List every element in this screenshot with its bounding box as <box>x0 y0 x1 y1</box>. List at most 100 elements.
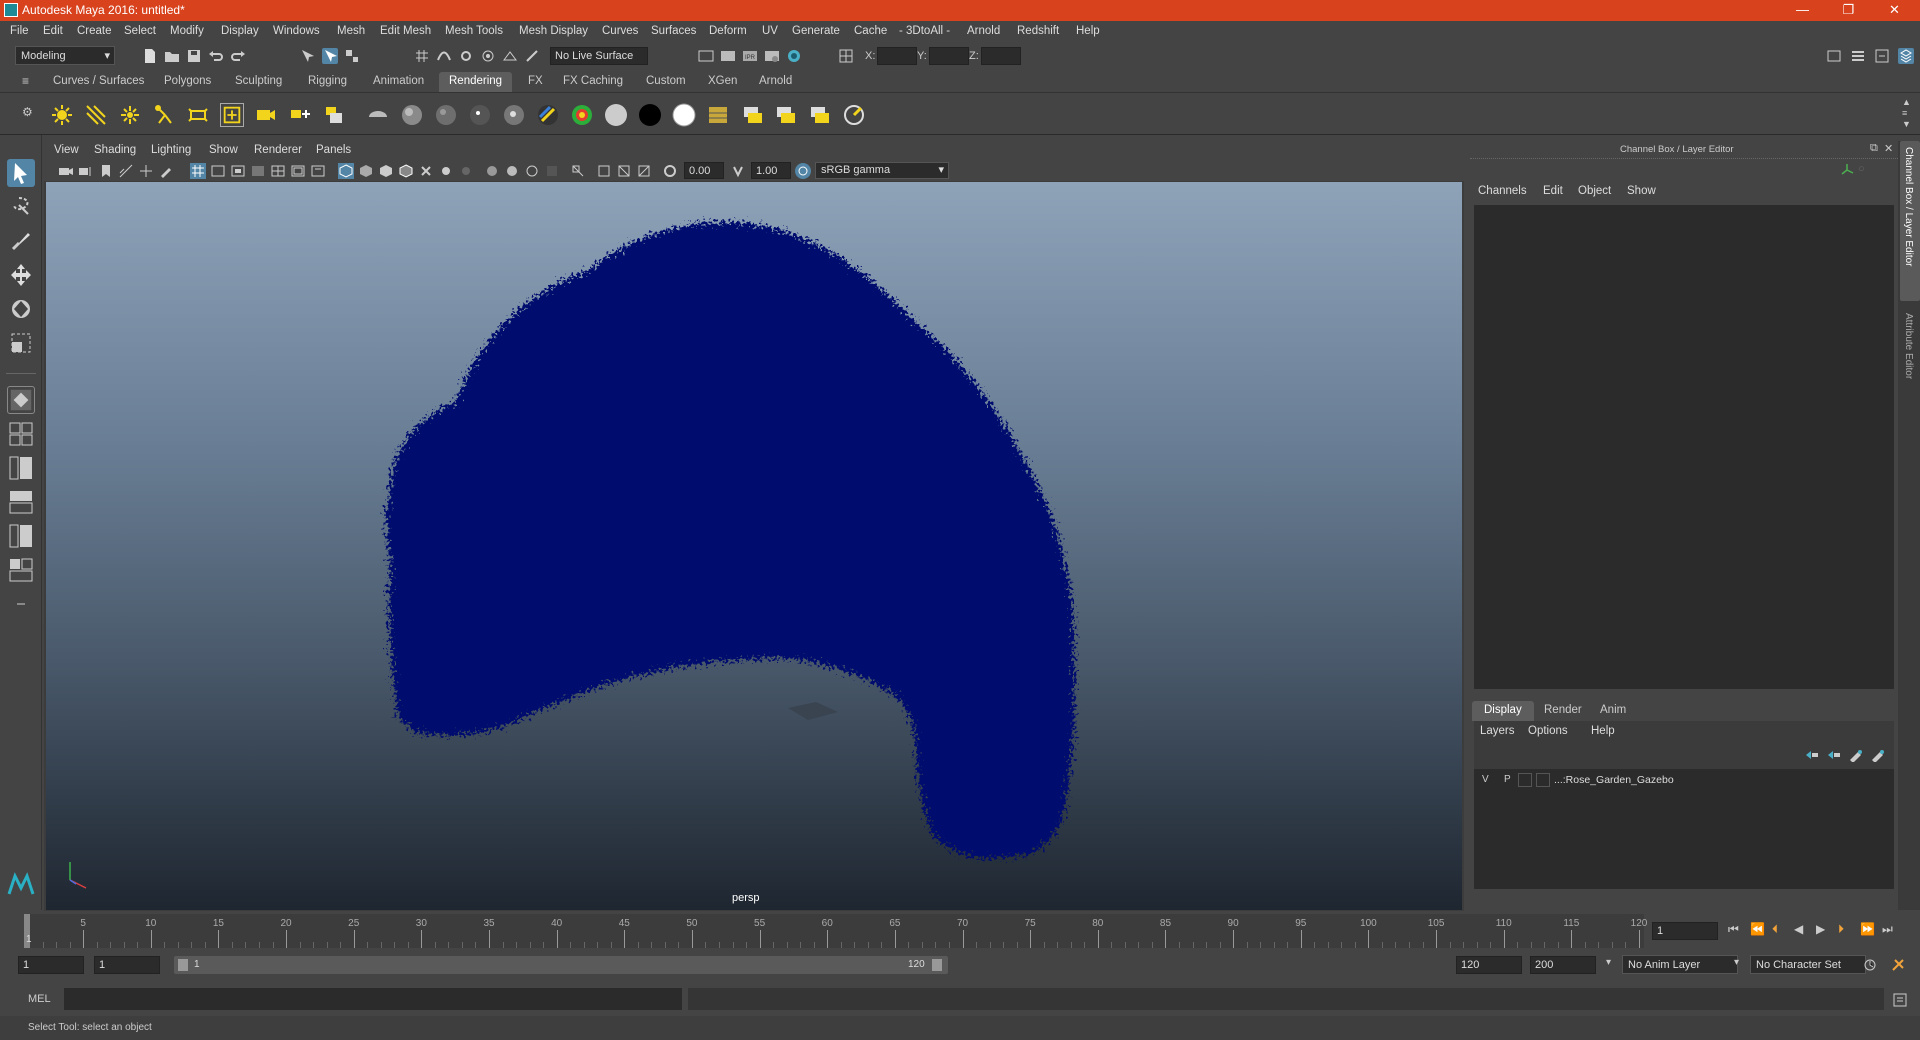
smooth-shade-icon[interactable] <box>358 163 374 179</box>
move-tool-icon[interactable] <box>7 261 35 289</box>
channels-menu[interactable]: Channels <box>1478 185 1527 197</box>
render-settings-icon[interactable] <box>764 48 780 64</box>
step-back-frame-icon[interactable]: ⏴ <box>1772 922 1778 937</box>
menu-generate[interactable]: Generate <box>792 25 840 37</box>
layer-color-swatch[interactable] <box>1536 773 1550 787</box>
two-d-pan-zoom-icon[interactable] <box>138 163 154 179</box>
persp-outliner-layout-icon[interactable] <box>7 454 35 482</box>
select-component-icon[interactable] <box>344 48 360 64</box>
shade-wireframe-icon[interactable] <box>398 163 414 179</box>
all-lights-icon[interactable] <box>438 163 454 179</box>
rose-garden-gazebo-mesh[interactable] <box>386 222 1075 859</box>
select-hierarchy-icon[interactable] <box>300 48 316 64</box>
chevron-down-icon[interactable]: ▾ <box>1606 957 1611 968</box>
layer-display-type-toggle[interactable] <box>1518 773 1532 787</box>
exposure-field[interactable]: 0.00 <box>684 162 724 179</box>
shadows-icon[interactable] <box>458 163 474 179</box>
close-button[interactable]: ✕ <box>1872 0 1917 21</box>
texture-icon[interactable] <box>636 163 652 179</box>
shelf-tab-arnold[interactable]: Arnold <box>749 72 802 92</box>
select-mode-icon[interactable] <box>838 48 854 64</box>
render-frame-icon[interactable] <box>720 48 736 64</box>
options-menu[interactable]: Options <box>1528 725 1568 737</box>
anti-aliasing-icon[interactable] <box>524 163 540 179</box>
snap-point-icon[interactable] <box>458 48 474 64</box>
new-scene-icon[interactable] <box>142 48 158 64</box>
shelf-tab-rendering[interactable]: Rendering <box>439 72 513 92</box>
use-background-icon[interactable] <box>638 103 662 127</box>
point-light-icon[interactable] <box>118 103 142 127</box>
range-slider-bar[interactable]: 1 120 <box>174 956 948 974</box>
menu-deform[interactable]: Deform <box>709 25 747 37</box>
screen-space-ao-icon[interactable] <box>484 163 500 179</box>
xray-icon[interactable] <box>418 163 434 179</box>
menu-mesh-tools[interactable]: Mesh Tools <box>445 25 503 37</box>
motion-blur-icon[interactable] <box>504 163 520 179</box>
default-material-icon[interactable] <box>378 163 394 179</box>
tool-settings-toggle-icon[interactable] <box>1874 48 1890 64</box>
shelf-tab-animation[interactable]: Animation <box>363 72 434 92</box>
snap-view-plane-icon[interactable] <box>502 48 518 64</box>
viewport-menu-renderer[interactable]: Renderer <box>254 144 302 156</box>
resolution-gate-icon[interactable] <box>230 163 246 179</box>
shelf-tab-fx[interactable]: FX <box>518 72 553 92</box>
animation-start-field[interactable]: 1 <box>18 956 84 974</box>
menu-edit[interactable]: Edit <box>43 25 63 37</box>
new-empty-layer-icon[interactable] <box>1848 748 1864 762</box>
ground-shadow-object[interactable] <box>788 702 838 720</box>
scale-tool-icon[interactable] <box>7 329 35 357</box>
viewport-menu-panels[interactable]: Panels <box>316 144 351 156</box>
render-layer-icon[interactable] <box>706 103 730 127</box>
layer-tab-render[interactable]: Render <box>1532 701 1594 721</box>
menu-mesh-display[interactable]: Mesh Display <box>519 25 588 37</box>
step-forward-frame-icon[interactable]: ⏵ <box>1838 922 1844 937</box>
viewport-menu-view[interactable]: View <box>54 144 79 156</box>
side-tab-attribute-editor[interactable]: Attribute Editor <box>1900 309 1920 409</box>
depth-of-field-icon[interactable] <box>544 163 560 179</box>
single-perspective-layout-icon[interactable] <box>7 386 35 414</box>
playback-end-field[interactable]: 120 <box>1456 956 1522 974</box>
layer-row[interactable]: V P ...:Rose_Garden_Gazebo <box>1474 771 1894 789</box>
rotate-tool-icon[interactable] <box>7 295 35 323</box>
step-back-key-icon[interactable]: ⏪ <box>1750 922 1765 936</box>
hypershade-shelf-icon[interactable] <box>842 103 866 127</box>
close-panel-icon[interactable]: ✕ <box>1884 142 1893 155</box>
shelf-tab-polygons[interactable]: Polygons <box>154 72 221 92</box>
snap-curve-icon[interactable] <box>436 48 452 64</box>
command-input[interactable] <box>64 988 682 1010</box>
menu-create[interactable]: Create <box>77 25 112 37</box>
shelf-tab-rigging[interactable]: Rigging <box>298 72 357 92</box>
maximize-button[interactable]: ❐ <box>1826 0 1871 21</box>
step-forward-key-icon[interactable]: ⏩ <box>1860 922 1875 936</box>
camera-attributes-icon[interactable] <box>78 163 94 179</box>
select-camera-icon[interactable] <box>58 163 74 179</box>
channel-box-toggle-icon[interactable] <box>1898 48 1914 64</box>
open-scene-icon[interactable] <box>164 48 180 64</box>
axis-orient-icon[interactable] <box>1840 163 1854 177</box>
menu-set-dropdown[interactable]: Modeling ▾ <box>15 46 115 65</box>
layer-visibility-toggle[interactable]: V <box>1482 774 1489 785</box>
side-tab-channel-box[interactable]: Channel Box / Layer Editor <box>1900 141 1920 301</box>
phonge-material-icon[interactable] <box>468 103 492 127</box>
batch-render-icon[interactable] <box>740 103 764 127</box>
persp-uv-layout-icon[interactable] <box>7 556 35 584</box>
render-settings-shelf-icon[interactable] <box>322 103 346 127</box>
menu-redshift[interactable]: Redshift <box>1017 25 1059 37</box>
blinn-material-icon[interactable] <box>366 103 390 127</box>
layers-menu[interactable]: Layers <box>1480 725 1515 737</box>
volume-light-icon[interactable] <box>220 103 244 127</box>
shelf-tab-fx-caching[interactable]: FX Caching <box>553 72 633 92</box>
command-language-label[interactable]: MEL <box>28 993 51 1005</box>
character-set-dropdown[interactable]: No Character Set <box>1750 955 1866 974</box>
object-menu[interactable]: Object <box>1578 185 1611 197</box>
minimize-button[interactable]: — <box>1780 0 1825 21</box>
time-slider-track[interactable]: 1 5 10 15 20 25 30 35 40 45 50 55 60 65 70 75 80 85 90 95 1… <box>24 914 1647 948</box>
show-menu[interactable]: Show <box>1627 185 1656 197</box>
menu-surfaces[interactable]: Surfaces <box>651 25 696 37</box>
shelf-tab-xgen[interactable]: XGen <box>698 72 747 92</box>
menu-file[interactable]: File <box>10 25 29 37</box>
viewport-menu-lighting[interactable]: Lighting <box>151 144 191 156</box>
camera-aim-icon[interactable] <box>288 103 312 127</box>
menu-curves[interactable]: Curves <box>602 25 638 37</box>
viewport-menu-show[interactable]: Show <box>209 144 238 156</box>
